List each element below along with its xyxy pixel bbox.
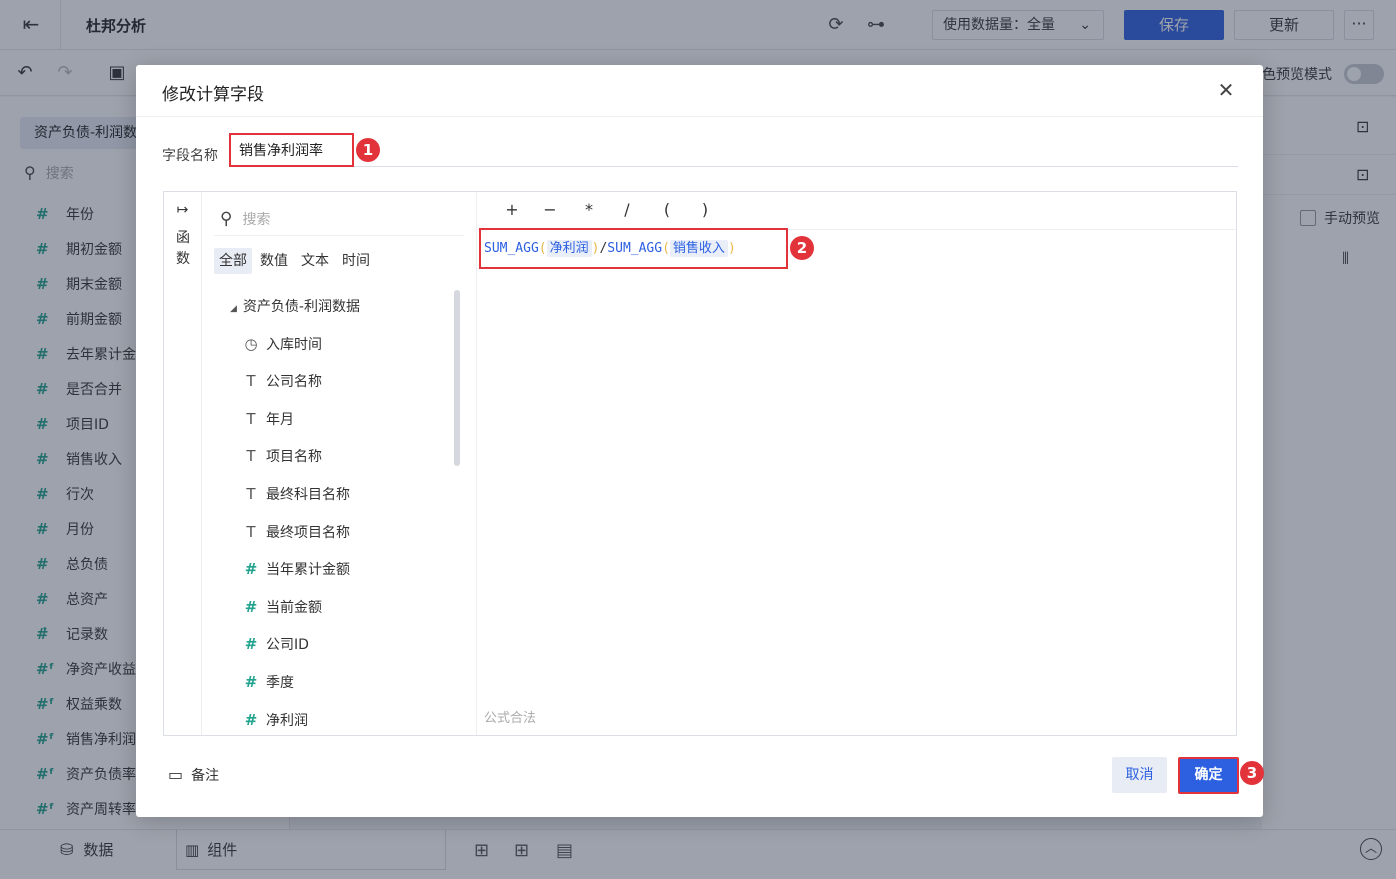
function-panel-toggle[interactable]: ↦ 函数 <box>164 192 202 735</box>
tree-item[interactable]: T 最终项目名称 <box>230 522 360 560</box>
scrollbar[interactable] <box>454 290 460 466</box>
confirm-button[interactable]: 确定 <box>1178 757 1239 794</box>
tree-item-label: 入库时间 <box>266 336 322 353</box>
formula-editor: ↦ 函数 ⚲ 搜索 全部 数值 文本 时间 ◢ 资产负债-利润数据 ◷ 入库时间 T 公司名称… <box>163 191 1237 736</box>
edit-calc-field-dialog: 修改计算字段 ✕ 字段名称 1 ↦ 函数 ⚲ 搜索 全部数值文本时间 ◢ 资产负债-… <box>136 65 1264 817</box>
tree-item[interactable]: T 项目名称 <box>230 446 360 484</box>
function-toggle-label: 函数 <box>176 230 190 267</box>
field-name-label: 字段名称 <box>162 148 218 164</box>
tree-item-label: 当年累计金额 <box>266 562 350 579</box>
annotation-badge: 3 <box>1240 761 1264 785</box>
operator-bar: + − * / ( ) <box>477 192 1236 230</box>
dialog-title: 修改计算字段 <box>162 85 264 105</box>
formula-field-token[interactable]: 净利润 <box>546 240 592 257</box>
tree-item-label: 年月 <box>266 411 294 428</box>
number-icon: # <box>244 710 258 729</box>
tree-root[interactable]: ◢ 资产负债-利润数据 <box>230 296 360 334</box>
field-tree: ◢ 资产负债-利润数据 ◷ 入库时间 T 公司名称 T 年月 T 项目名称 T 最终科目名称… <box>230 296 360 735</box>
text-type-icon: T <box>246 447 256 466</box>
formula-paren: ( <box>662 241 670 256</box>
tree-item-label: 公司ID <box>266 637 309 654</box>
field-name-input[interactable] <box>229 133 354 167</box>
search-icon: ⚲ <box>220 209 233 229</box>
close-icon[interactable]: ✕ <box>1215 79 1237 101</box>
tab-text[interactable]: 文本 <box>296 248 334 274</box>
tree-item[interactable]: # 公司ID <box>230 634 360 672</box>
plus-operator[interactable]: + <box>502 200 522 219</box>
tree-root-label: 资产负债-利润数据 <box>242 299 360 315</box>
formula-function: SUM_AGG <box>484 241 539 256</box>
dialog-header: 修改计算字段 ✕ <box>136 65 1263 117</box>
formula-status: 公式合法 <box>484 711 537 726</box>
close-paren-operator[interactable]: ) <box>695 200 715 219</box>
tree-item-label: 公司名称 <box>266 374 322 391</box>
text-type-icon: T <box>246 409 256 428</box>
type-tabs: 全部 数值 文本 时间 <box>214 248 378 274</box>
formula-paren: ( <box>538 241 547 256</box>
notes-label: 备注 <box>191 768 220 784</box>
formula-pane: + − * / ( ) SUM_AGG(净利润)/SUM_AGG(销售收入) 2… <box>477 192 1236 735</box>
field-pane: ⚲ 搜索 全部 数值 文本 时间 ◢ 资产负债-利润数据 ◷ 入库时间 T 公司名称 T 年月 … <box>202 192 477 735</box>
field-search-input[interactable]: ⚲ 搜索 <box>214 206 464 236</box>
tree-item[interactable]: T 公司名称 <box>230 371 360 409</box>
tree-item[interactable]: T 最终科目名称 <box>230 484 360 522</box>
formula-field-token[interactable]: 销售收入 <box>669 240 728 257</box>
tree-item-label: 季度 <box>266 674 294 691</box>
tree-item-label: 最终项目名称 <box>266 524 350 541</box>
number-icon: # <box>244 597 258 616</box>
tab-all[interactable]: 全部 <box>214 248 252 274</box>
tree-item[interactable]: # 当前金额 <box>230 597 360 635</box>
comment-icon: ▭ <box>168 765 184 784</box>
divide-operator[interactable]: / <box>617 200 637 219</box>
annotation-badge: 1 <box>356 138 380 162</box>
tab-number[interactable]: 数值 <box>255 248 293 274</box>
number-icon: # <box>244 635 258 654</box>
open-paren-operator[interactable]: ( <box>657 200 677 219</box>
minus-operator[interactable]: − <box>540 200 560 219</box>
cancel-button[interactable]: 取消 <box>1112 757 1167 793</box>
tab-time[interactable]: 时间 <box>337 248 375 274</box>
number-icon: # <box>244 672 258 691</box>
tree-item[interactable]: T 年月 <box>230 409 360 447</box>
text-type-icon: T <box>246 484 256 503</box>
expand-arrow-icon: ↦ <box>176 202 189 218</box>
clock-icon: ◷ <box>244 334 258 353</box>
search-placeholder: 搜索 <box>242 212 271 228</box>
divider <box>354 166 1238 167</box>
text-type-icon: T <box>246 522 256 541</box>
collapse-triangle-icon: ◢ <box>230 304 237 314</box>
formula-paren: ) <box>727 241 736 256</box>
tree-item[interactable]: ◷ 入库时间 <box>230 334 360 372</box>
tree-item-label: 项目名称 <box>266 449 322 466</box>
tree-item-label: 当前金额 <box>266 599 322 616</box>
tree-item[interactable]: # 净利润 <box>230 710 360 735</box>
tree-item-label: 净利润 <box>266 712 308 729</box>
number-icon: # <box>244 560 258 579</box>
text-type-icon: T <box>246 372 256 391</box>
tree-item[interactable]: # 季度 <box>230 672 360 710</box>
formula-input[interactable]: SUM_AGG(净利润)/SUM_AGG(销售收入) <box>479 228 788 269</box>
multiply-operator[interactable]: * <box>579 200 599 219</box>
notes-button[interactable]: ▭ 备注 <box>168 765 219 785</box>
annotation-badge: 2 <box>790 236 814 260</box>
tree-item-label: 最终科目名称 <box>266 486 350 503</box>
formula-function: SUM_AGG <box>607 241 663 256</box>
tree-item[interactable]: # 当年累计金额 <box>230 559 360 597</box>
